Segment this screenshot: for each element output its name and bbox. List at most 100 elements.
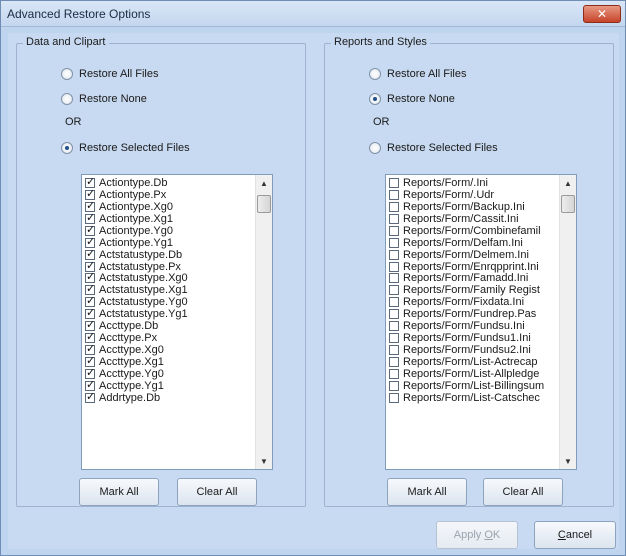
item-checkbox[interactable] [85, 176, 95, 188]
list-item[interactable]: Actiontype.Db [82, 176, 256, 189]
vertical-scrollbar[interactable]: ▲ ▼ [255, 175, 272, 469]
item-checkbox[interactable] [85, 236, 95, 248]
item-checkbox[interactable] [389, 380, 399, 391]
item-checkbox[interactable] [389, 368, 399, 379]
radio-button[interactable] [369, 142, 381, 154]
list-item[interactable]: Reports/Form/.Ini [386, 177, 560, 189]
scroll-down-arrow-icon[interactable]: ▼ [560, 453, 576, 469]
item-checkbox[interactable] [389, 333, 399, 344]
item-checkbox[interactable] [85, 391, 95, 403]
cancel-button[interactable]: Cancel [534, 521, 616, 549]
radio-restore-none[interactable]: Restore None [369, 93, 455, 105]
list-item[interactable]: Actstatustype.Yg0 [82, 295, 256, 308]
clear-all-button[interactable]: Clear All [483, 478, 563, 506]
radio-button[interactable] [369, 93, 381, 105]
list-item[interactable]: Reports/Form/List-Actrecap [386, 356, 560, 368]
item-checkbox[interactable] [85, 319, 95, 332]
item-checkbox[interactable] [389, 201, 399, 212]
list-item[interactable]: Actstatustype.Px [82, 260, 256, 273]
mark-all-button[interactable]: Mark All [79, 478, 159, 506]
title-bar[interactable]: Advanced Restore Options ✕ [1, 1, 625, 27]
radio-button[interactable] [369, 68, 381, 80]
list-item[interactable]: Actiontype.Yg1 [82, 236, 256, 249]
item-checkbox[interactable] [85, 200, 95, 212]
item-checkbox[interactable] [389, 237, 399, 248]
list-item[interactable]: Reports/Form/Fundsu1.Ini [386, 332, 560, 344]
mark-all-button[interactable]: Mark All [387, 478, 467, 506]
data-files-listbox[interactable]: Actiontype.DbActiontype.PxActiontype.Xg0… [81, 174, 273, 470]
item-checkbox[interactable] [389, 225, 399, 236]
radio-restore-selected-files[interactable]: Restore Selected Files [61, 142, 190, 154]
apply-ok-button[interactable]: Apply OK [436, 521, 518, 549]
list-item[interactable]: Reports/Form/Backup.Ini [386, 201, 560, 213]
item-checkbox[interactable] [389, 213, 399, 224]
scroll-thumb[interactable] [257, 195, 271, 213]
scroll-thumb[interactable] [561, 195, 575, 213]
item-checkbox[interactable] [85, 248, 95, 260]
radio-restore-none[interactable]: Restore None [61, 93, 147, 105]
item-checkbox[interactable] [85, 307, 95, 320]
item-checkbox[interactable] [389, 189, 399, 200]
list-item[interactable]: Reports/Form/Delfam.Ini [386, 237, 560, 249]
item-checkbox[interactable] [85, 283, 95, 296]
scroll-down-arrow-icon[interactable]: ▼ [256, 453, 272, 469]
item-checkbox[interactable] [389, 249, 399, 260]
item-checkbox[interactable] [85, 224, 95, 236]
item-checkbox[interactable] [85, 260, 95, 272]
list-item[interactable]: Actiontype.Px [82, 188, 256, 201]
item-checkbox[interactable] [389, 321, 399, 332]
item-checkbox[interactable] [389, 273, 399, 284]
list-item[interactable]: Actiontype.Yg0 [82, 224, 256, 237]
list-item[interactable]: Actiontype.Xg0 [82, 200, 256, 213]
list-item[interactable]: Reports/Form/Fundsu.Ini [386, 320, 560, 332]
item-checkbox[interactable] [389, 345, 399, 356]
list-item[interactable]: Reports/Form/List-Billingsum [386, 380, 560, 392]
item-checkbox[interactable] [389, 177, 399, 188]
radio-restore-selected-files[interactable]: Restore Selected Files [369, 142, 498, 154]
item-checkbox[interactable] [85, 355, 95, 368]
list-item[interactable]: Reports/Form/Enrqpprint.Ini [386, 261, 560, 273]
list-item[interactable]: Actstatustype.Xg1 [82, 283, 256, 296]
item-checkbox[interactable] [389, 261, 399, 272]
list-item[interactable]: Accttype.Px [82, 331, 256, 344]
list-item[interactable]: Reports/Form/Family Regist [386, 284, 560, 296]
list-item[interactable]: Accttype.Yg1 [82, 379, 256, 392]
scroll-up-arrow-icon[interactable]: ▲ [256, 175, 272, 191]
list-item[interactable]: Actstatustype.Yg1 [82, 307, 256, 320]
scroll-up-arrow-icon[interactable]: ▲ [560, 175, 576, 191]
reports-files-listbox[interactable]: Reports/Form/.Ini Reports/Form/.Udr Report… [385, 174, 577, 470]
list-item[interactable]: Reports/Form/.Udr [386, 189, 560, 201]
list-item[interactable]: Reports/Form/List-Catschec [386, 392, 560, 404]
vertical-scrollbar[interactable]: ▲ ▼ [559, 175, 576, 469]
item-checkbox[interactable] [85, 271, 95, 284]
item-checkbox[interactable] [389, 285, 399, 296]
item-checkbox[interactable] [85, 188, 95, 200]
list-item[interactable]: Accttype.Xg1 [82, 355, 256, 368]
item-checkbox[interactable] [85, 331, 95, 344]
list-item[interactable]: Accttype.Yg0 [82, 367, 256, 380]
list-item[interactable]: Reports/Form/Fundrep.Pas [386, 308, 560, 320]
list-item[interactable]: Reports/Form/List-Allpledge [386, 368, 560, 380]
list-item[interactable]: Actiontype.Xg1 [82, 212, 256, 225]
item-checkbox[interactable] [85, 343, 95, 356]
list-item[interactable]: Reports/Form/Combinefamil [386, 225, 560, 237]
list-item[interactable]: Reports/Form/Famadd.Ini [386, 272, 560, 284]
radio-button[interactable] [61, 142, 73, 154]
item-checkbox[interactable] [389, 357, 399, 368]
radio-restore-all-files[interactable]: Restore All Files [369, 68, 466, 80]
item-checkbox[interactable] [85, 212, 95, 224]
close-button[interactable]: ✕ [583, 5, 621, 23]
item-checkbox[interactable] [389, 297, 399, 308]
list-item[interactable]: Reports/Form/Fixdata.Ini [386, 296, 560, 308]
list-item[interactable]: Accttype.Db [82, 319, 256, 332]
item-checkbox[interactable] [85, 379, 95, 391]
radio-button[interactable] [61, 68, 73, 80]
list-item[interactable]: Reports/Form/Delmem.Ini [386, 249, 560, 261]
list-item[interactable]: Accttype.Xg0 [82, 343, 256, 356]
radio-button[interactable] [61, 93, 73, 105]
list-item[interactable]: Addrtype.Db [82, 391, 256, 404]
radio-restore-all-files[interactable]: Restore All Files [61, 68, 158, 80]
item-checkbox[interactable] [85, 295, 95, 308]
list-item[interactable]: Actstatustype.Db [82, 248, 256, 261]
list-item[interactable]: Reports/Form/Cassit.Ini [386, 213, 560, 225]
